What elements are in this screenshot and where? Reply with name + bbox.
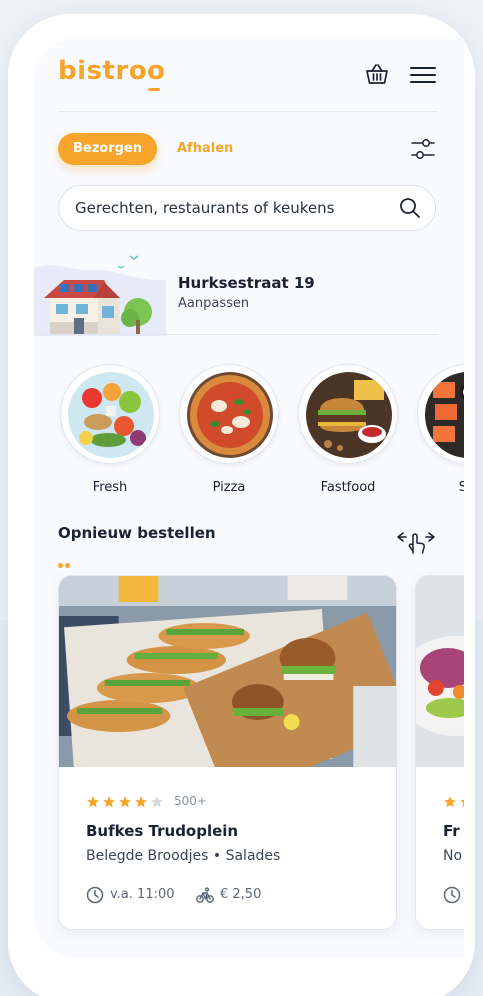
- address-divider: [34, 334, 438, 335]
- opening-time-text: v.a. 11:00: [110, 887, 175, 902]
- hamburger-menu-icon[interactable]: [410, 66, 436, 84]
- opening-time: [443, 886, 464, 904]
- rating-stars: [443, 795, 464, 809]
- star-filled-icon: [135, 796, 147, 808]
- bicycle-icon: [196, 887, 214, 903]
- restaurant-food-photo: [416, 576, 464, 767]
- category-label: Fastfood: [320, 480, 376, 495]
- category-label: Pizza: [212, 480, 246, 495]
- filter-sliders-icon[interactable]: [411, 136, 435, 162]
- address-street: Hurksestraat 19: [178, 274, 315, 292]
- category-pizza[interactable]: Pizza: [179, 364, 279, 504]
- basket-icon[interactable]: [365, 63, 389, 85]
- star-filled-icon: [103, 796, 115, 808]
- rating-count: 500+: [174, 794, 207, 808]
- restaurant-cuisine: Belegde Broodjes • Salades: [86, 848, 281, 864]
- tab-bezorgen[interactable]: Bezorgen: [58, 133, 157, 165]
- clock-icon: [86, 886, 104, 904]
- category-image-frame: [60, 364, 160, 464]
- star-filled-icon: [444, 796, 456, 808]
- restaurant-card[interactable]: 500+ Bufkes Trudoplein Belegde Broodjes …: [58, 575, 397, 930]
- app-screen: bistroo Bezorgen Afhalen Gerechten, rest…: [34, 38, 464, 958]
- search-input[interactable]: [75, 186, 385, 230]
- delivery-address[interactable]: Hurksestraat 19 Aanpassen: [34, 252, 464, 336]
- restaurant-food-photo: [59, 576, 396, 767]
- category-image-frame: [298, 364, 398, 464]
- category-label: Fresh: [92, 480, 128, 495]
- header-divider: [58, 111, 438, 112]
- logo-underline: [148, 88, 160, 91]
- category-image-frame: [417, 364, 464, 464]
- fastfood-image: [306, 372, 392, 458]
- star-empty-icon: [151, 796, 163, 808]
- address-edit-link[interactable]: Aanpassen: [178, 296, 249, 311]
- carousel-dot: [58, 563, 63, 568]
- category-fresh[interactable]: Fresh: [60, 364, 160, 504]
- house-illustration: [34, 255, 166, 336]
- star-filled-icon: [87, 796, 99, 808]
- rating-stars: [86, 795, 166, 809]
- swipe-gesture-icon: [397, 532, 435, 554]
- carousel-dot: [65, 563, 70, 568]
- star-filled-icon: [460, 800, 464, 808]
- opening-time: v.a. 11:00: [86, 886, 175, 904]
- app-logo: bistroo: [58, 56, 166, 86]
- restaurant-name: Fr: [443, 822, 460, 840]
- star-filled-icon: [119, 796, 131, 808]
- section-title-reorder: Opnieuw bestellen: [58, 524, 216, 542]
- search-bar[interactable]: [58, 185, 436, 231]
- clock-icon: [443, 886, 461, 904]
- delivery-fee-text: € 2,50: [220, 887, 262, 902]
- fresh-produce-image: [68, 372, 154, 458]
- category-fastfood[interactable]: Fastfood: [298, 364, 398, 504]
- category-sushi[interactable]: Su: [417, 364, 464, 504]
- sushi-image: [425, 372, 464, 458]
- restaurant-card[interactable]: Fr No: [415, 575, 464, 930]
- delivery-fee: € 2,50: [196, 886, 261, 904]
- restaurant-cuisine: No: [443, 848, 463, 864]
- pizza-image: [187, 372, 273, 458]
- category-label: Su: [458, 480, 464, 495]
- tab-afhalen[interactable]: Afhalen: [177, 133, 233, 165]
- carousel-indicator: [58, 553, 72, 572]
- restaurant-name: Bufkes Trudoplein: [86, 822, 239, 840]
- search-icon[interactable]: [399, 197, 421, 219]
- category-image-frame: [179, 364, 279, 464]
